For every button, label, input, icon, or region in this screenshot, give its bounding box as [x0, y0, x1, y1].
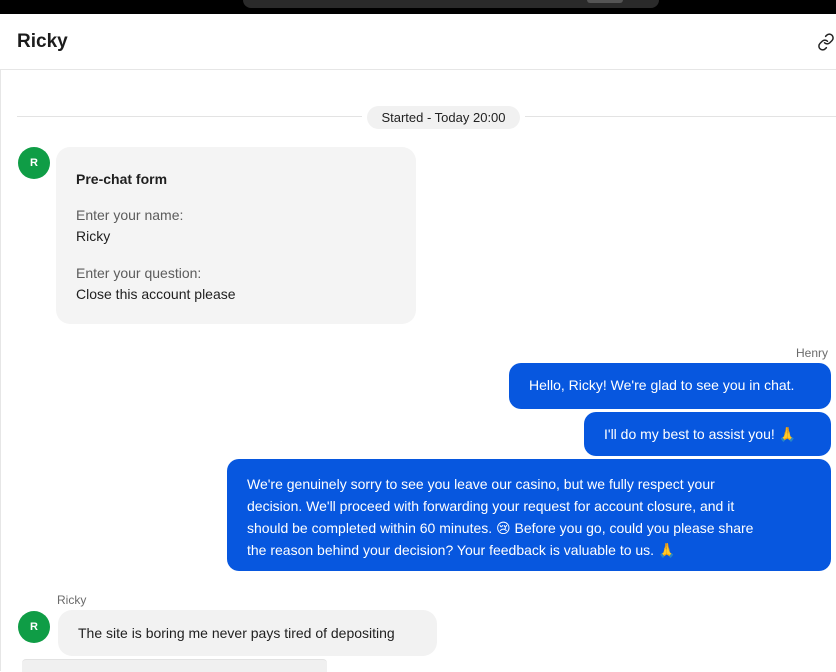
top-bar-shape	[243, 0, 659, 8]
user-name: Ricky	[57, 593, 87, 607]
avatar: R	[18, 147, 50, 179]
agent-name: Henry	[796, 346, 829, 360]
user-message-bubble: The site is boring me never pays tired o…	[58, 610, 437, 656]
question-label: Enter your question:	[76, 265, 202, 281]
browser-top-strip	[0, 0, 836, 14]
name-value: Ricky	[76, 228, 111, 244]
message-line: decision. We'll proceed with forwarding …	[247, 498, 735, 514]
agent-message-bubble: We're genuinely sorry to see you leave o…	[227, 459, 831, 571]
chat-title: Ricky	[17, 31, 68, 52]
divider-line-right	[525, 116, 836, 117]
message-text: The site is boring me never pays tired o…	[78, 625, 395, 641]
divider-line-left	[17, 116, 362, 117]
chat-header: Ricky	[0, 14, 836, 70]
message-line: the reason behind your decision? Your fe…	[247, 542, 676, 558]
avatar: R	[18, 611, 50, 643]
message-line: We're genuinely sorry to see you leave o…	[247, 476, 715, 492]
question-value: Close this account please	[76, 286, 236, 302]
message-text: Hello, Ricky! We're glad to see you in c…	[529, 377, 795, 393]
link-icon[interactable]	[817, 33, 835, 51]
prechat-form-title: Pre-chat form	[76, 171, 168, 187]
agent-message-bubble: I'll do my best to assist you! 🙏	[584, 412, 831, 456]
chat-started-badge: Started - Today 20:00	[367, 106, 520, 129]
message-line: should be completed within 60 minutes. 😢…	[247, 520, 754, 536]
name-label: Enter your name:	[76, 207, 184, 223]
message-text: I'll do my best to assist you! 🙏	[604, 426, 797, 442]
prechat-form-card: Pre-chat form Enter your name: Ricky Ent…	[56, 147, 416, 324]
agent-message-bubble: Hello, Ricky! We're glad to see you in c…	[509, 363, 831, 409]
message-composer-edge	[22, 659, 327, 672]
